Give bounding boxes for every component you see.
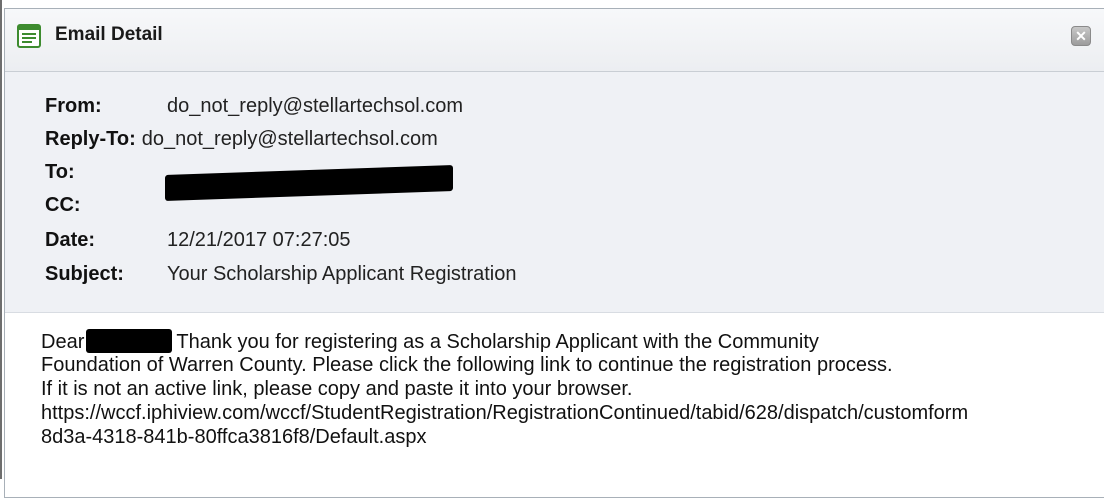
body-line-2: Foundation of Warren County. Please clic… xyxy=(41,354,893,376)
body-line-3: If it is not an active link, please copy… xyxy=(41,378,633,400)
date-label: Date: xyxy=(45,229,96,251)
dialog-titlebar[interactable]: Email Detail ✕ xyxy=(5,9,1104,72)
reply-to-row: Reply-To: do_not_reply@stellartechsol.com xyxy=(45,123,438,155)
subject-row: Subject: Your Scholarship Applicant Regis… xyxy=(45,258,516,290)
close-icon: ✕ xyxy=(1075,28,1087,44)
registration-link[interactable]: https://wccf.iphiview.com/wccf/StudentRe… xyxy=(41,401,1104,425)
subject-value: Your Scholarship Applicant Registration xyxy=(167,263,517,285)
body-line-1: Dear Thank you for registering as a Schol… xyxy=(41,329,1104,353)
email-body: Dear Thank you for registering as a Schol… xyxy=(41,329,1104,449)
from-row: From: do_not_reply@stellartechsol.com xyxy=(45,90,463,122)
to-redaction xyxy=(165,164,453,202)
cc-row: CC: xyxy=(45,189,167,221)
reply-to-value: do_not_reply@stellartechsol.com xyxy=(141,128,438,150)
name-redaction xyxy=(86,329,173,353)
date-row: Date: 12/21/2017 07:27:05 xyxy=(45,224,351,256)
email-header-panel: From: do_not_reply@stellartechsol.com Rep… xyxy=(5,72,1104,313)
close-button[interactable]: ✕ xyxy=(1071,26,1091,46)
reply-to-label: Reply-To: xyxy=(45,128,136,150)
from-value: do_not_reply@stellartechsol.com xyxy=(167,95,464,117)
email-detail-dialog: Email Detail ✕ From: do_not_reply@stellar… xyxy=(4,8,1104,498)
to-row: To: xyxy=(45,156,167,188)
to-label: To: xyxy=(45,161,75,183)
email-detail-icon xyxy=(17,24,41,48)
body-line-1-text: Thank you for registering as a Scholarsh… xyxy=(176,331,819,353)
dialog-title: Email Detail xyxy=(55,24,163,45)
registration-link-continued[interactable]: 8d3a-4318-841b-80ffca3816f8/Default.aspx xyxy=(41,425,1104,449)
date-value: 12/21/2017 07:27:05 xyxy=(167,229,351,251)
from-label: From: xyxy=(45,95,102,117)
cc-label: CC: xyxy=(45,194,81,216)
window-left-edge xyxy=(0,0,2,479)
subject-label: Subject: xyxy=(45,263,124,285)
body-greeting: Dear xyxy=(41,331,85,353)
